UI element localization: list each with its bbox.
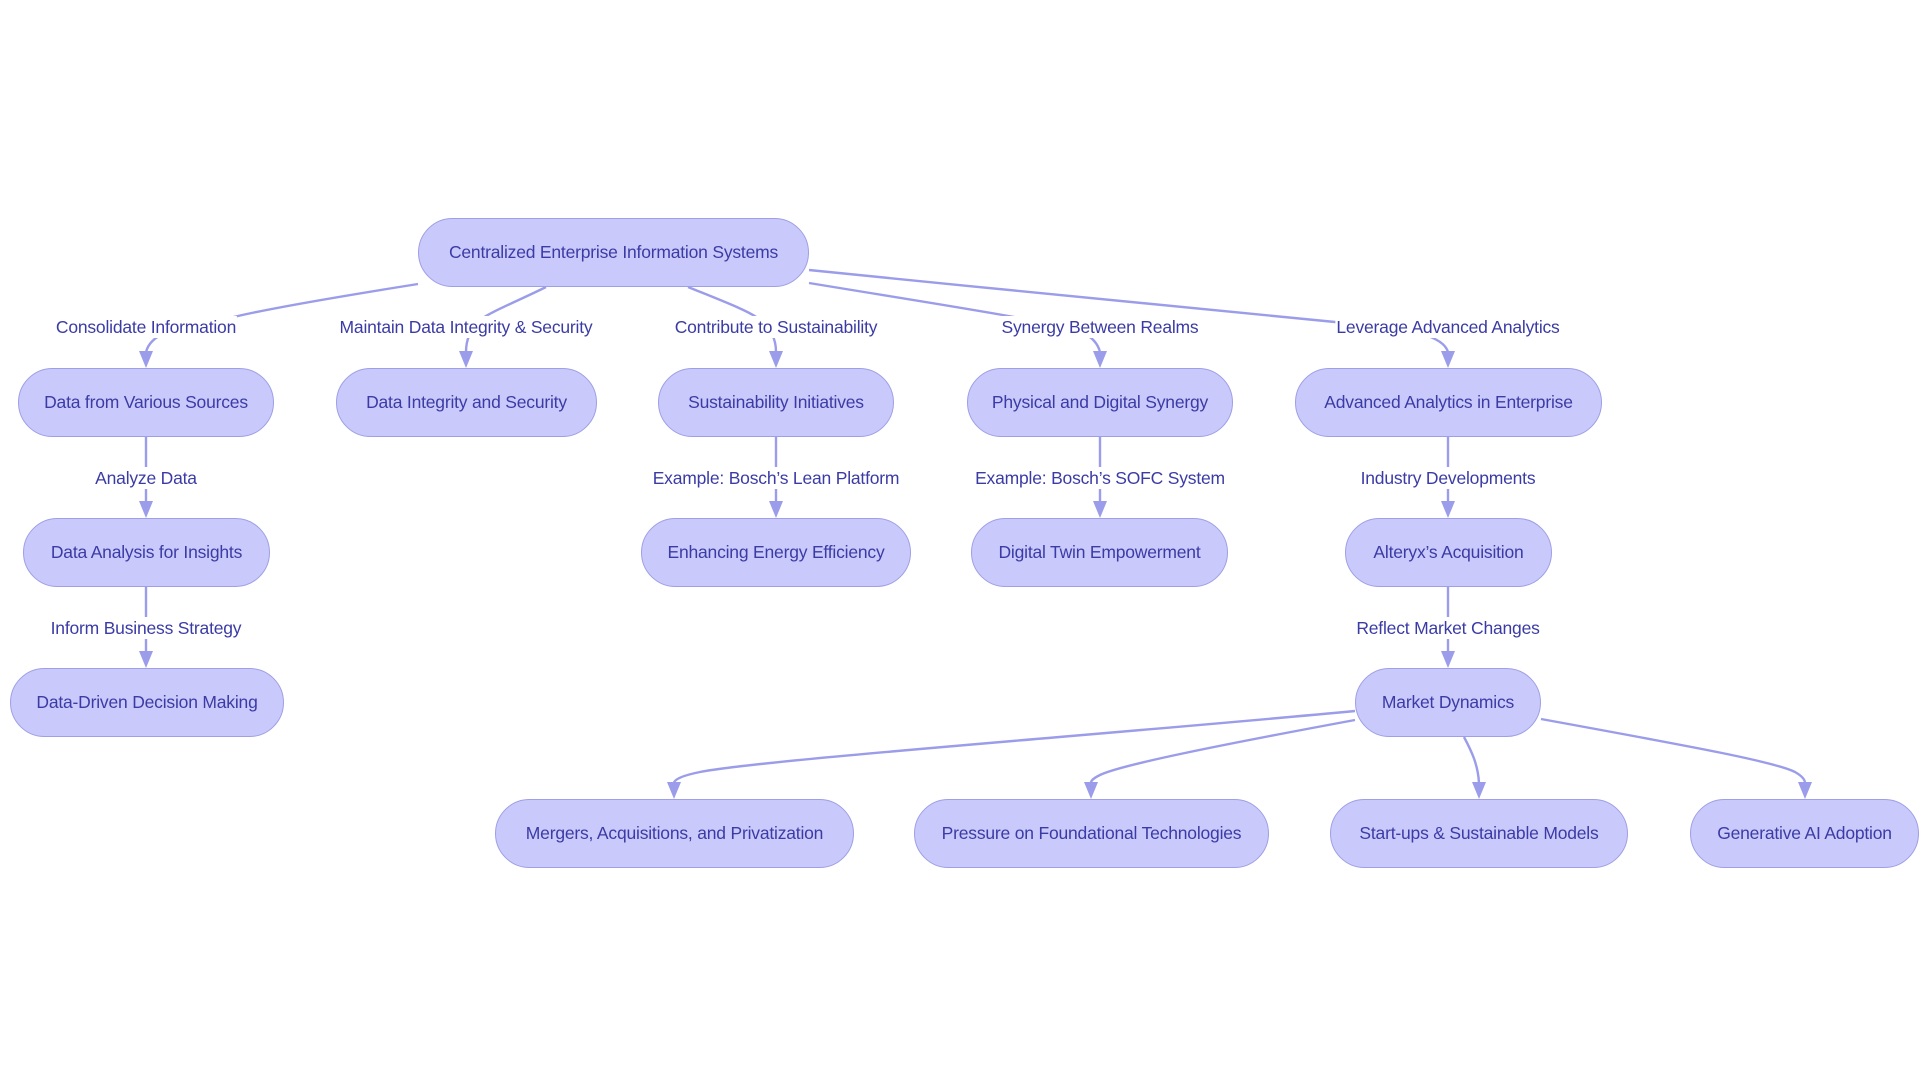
node-pressure[interactable]: Pressure on Foundational Technologies — [914, 799, 1269, 868]
arrowhead-icon — [139, 501, 153, 518]
arrowhead-icon — [459, 351, 473, 368]
node-market[interactable]: Market Dynamics — [1355, 668, 1541, 737]
node-label: Data Analysis for Insights — [50, 542, 243, 562]
node-sustain[interactable]: Sustainability Initiatives — [658, 368, 894, 437]
arrowhead-icon — [1798, 782, 1812, 799]
node-alteryx[interactable]: Alteryx’s Acquisition — [1345, 518, 1552, 587]
node-label: Data Integrity and Security — [366, 392, 567, 412]
node-synergy[interactable]: Physical and Digital Synergy — [967, 368, 1233, 437]
arrowhead-icon — [139, 351, 153, 368]
node-label: Centralized Enterprise Information Syste… — [448, 242, 779, 262]
node-label: Data from Various Sources — [44, 392, 248, 412]
node-label: Pressure on Foundational Technologies — [941, 823, 1242, 843]
edge-label: Example: Bosch’s SOFC System — [974, 467, 1226, 489]
node-decision[interactable]: Data-Driven Decision Making — [10, 668, 284, 737]
edge-label: Synergy Between Realms — [1000, 316, 1200, 338]
arrowhead-icon — [1472, 782, 1486, 799]
node-label: Physical and Digital Synergy — [991, 392, 1209, 412]
node-energy[interactable]: Enhancing Energy Efficiency — [641, 518, 911, 587]
arrowhead-icon — [769, 501, 783, 518]
arrowhead-icon — [1441, 651, 1455, 668]
node-twin[interactable]: Digital Twin Empowerment — [971, 518, 1228, 587]
node-analytics[interactable]: Advanced Analytics in Enterprise — [1295, 368, 1602, 437]
edge-label: Industry Developments — [1359, 467, 1537, 489]
edge-market-to-mergers — [672, 709, 1356, 784]
arrowhead-icon — [1084, 782, 1098, 799]
edge-market-to-startups — [1462, 736, 1481, 784]
node-genai[interactable]: Generative AI Adoption — [1690, 799, 1919, 868]
arrowhead-icon — [769, 351, 783, 368]
node-label: Alteryx’s Acquisition — [1373, 542, 1524, 562]
edges-layer — [139, 268, 1812, 799]
edge-market-to-genai — [1540, 717, 1807, 784]
node-label: Digital Twin Empowerment — [998, 542, 1201, 562]
flowchart-canvas: Centralized Enterprise Information Syste… — [0, 0, 1920, 1080]
edge-label: Reflect Market Changes — [1355, 617, 1541, 639]
node-startups[interactable]: Start-ups & Sustainable Models — [1330, 799, 1628, 868]
node-mergers[interactable]: Mergers, Acquisitions, and Privatization — [495, 799, 854, 868]
node-label: Market Dynamics — [1381, 692, 1515, 712]
node-integrity[interactable]: Data Integrity and Security — [336, 368, 597, 437]
arrowhead-icon — [1441, 501, 1455, 518]
edge-label: Inform Business Strategy — [49, 617, 243, 639]
arrowhead-icon — [1093, 351, 1107, 368]
edge-label: Consolidate Information — [54, 316, 238, 338]
node-label: Mergers, Acquisitions, and Privatization — [525, 823, 824, 843]
arrowhead-icon — [667, 782, 681, 799]
edge-label: Analyze Data — [94, 467, 198, 489]
edge-root-to-analytics — [808, 268, 1450, 353]
node-label: Data-Driven Decision Making — [36, 692, 258, 712]
node-label: Generative AI Adoption — [1717, 823, 1892, 843]
edge-label: Example: Bosch’s Lean Platform — [651, 467, 901, 489]
node-label: Start-ups & Sustainable Models — [1359, 823, 1599, 843]
edge-market-to-pressure — [1089, 718, 1356, 784]
node-root[interactable]: Centralized Enterprise Information Syste… — [418, 218, 809, 287]
node-label: Enhancing Energy Efficiency — [667, 542, 885, 562]
node-label: Advanced Analytics in Enterprise — [1324, 392, 1573, 412]
arrowhead-icon — [1093, 501, 1107, 518]
arrowhead-icon — [139, 651, 153, 668]
edge-label: Maintain Data Integrity & Security — [338, 316, 594, 338]
edge-label: Leverage Advanced Analytics — [1335, 316, 1561, 338]
node-label: Sustainability Initiatives — [688, 392, 864, 412]
arrowhead-icon — [1441, 351, 1455, 368]
edge-label: Contribute to Sustainability — [673, 316, 879, 338]
node-analysis[interactable]: Data Analysis for Insights — [23, 518, 270, 587]
node-sources[interactable]: Data from Various Sources — [18, 368, 274, 437]
